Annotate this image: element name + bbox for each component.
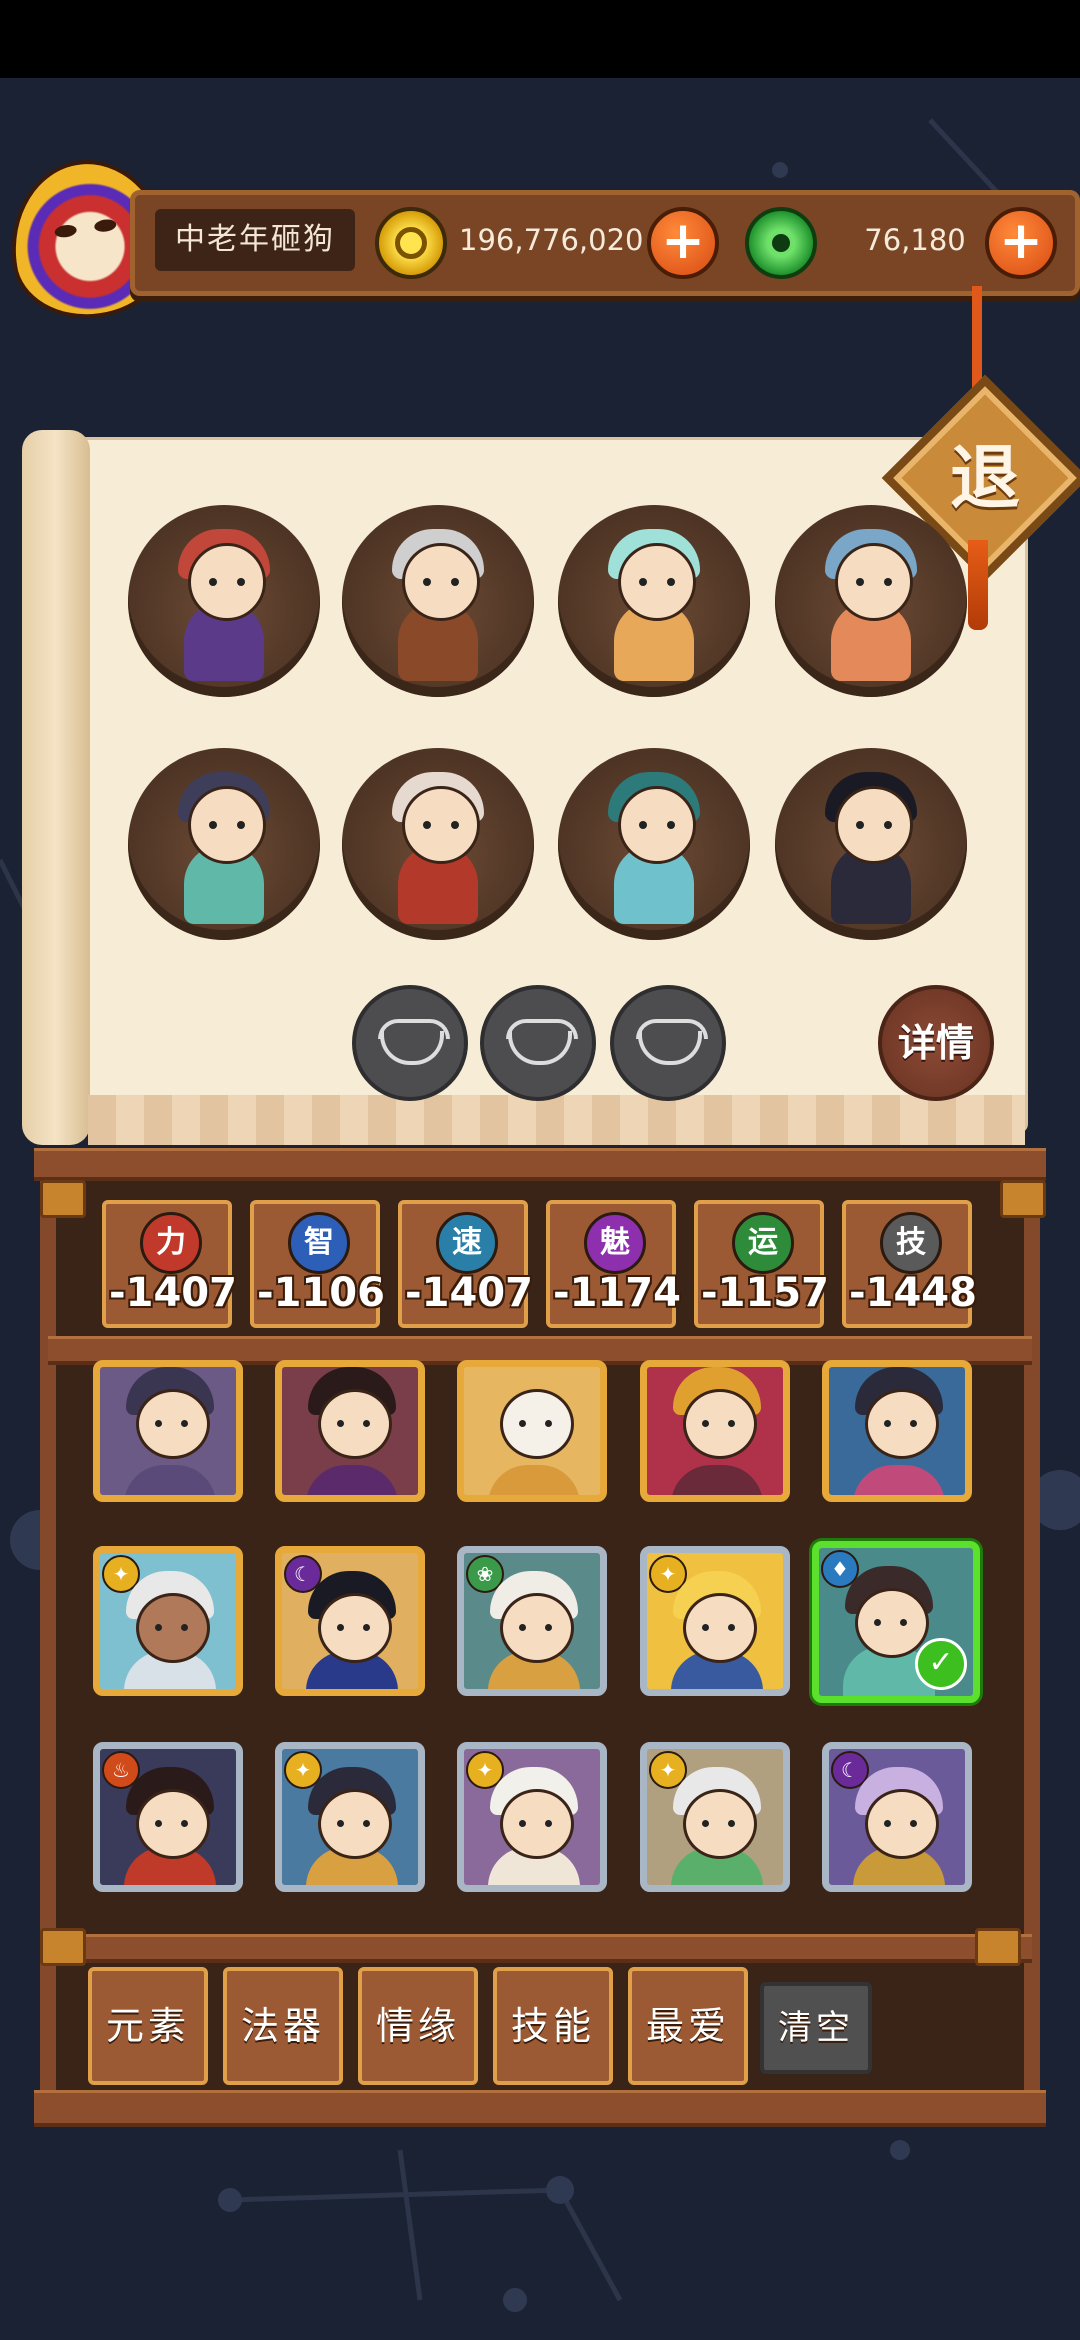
hero-card[interactable]: ✦: [640, 1546, 790, 1696]
hero-card[interactable]: ☾: [275, 1546, 425, 1696]
tab-artifact[interactable]: 法器: [223, 1967, 343, 2085]
character-face: [188, 543, 266, 621]
character-face: [402, 543, 480, 621]
rice-bowl-icon[interactable]: [610, 985, 726, 1101]
rice-bowl-icon[interactable]: [352, 985, 468, 1101]
stat-badge: 速: [436, 1212, 498, 1274]
clear-button[interactable]: 清空: [760, 1982, 872, 2074]
stat-charm: 魅 -1174: [546, 1200, 681, 1328]
character-face: [188, 786, 266, 864]
hero-card[interactable]: [640, 1360, 790, 1502]
hero-face: [865, 1789, 939, 1859]
check-icon: ✓: [915, 1638, 967, 1690]
hero-face: [683, 1789, 757, 1859]
hero-card[interactable]: [275, 1360, 425, 1502]
hero-face: [500, 1389, 574, 1459]
stat-badge: 智: [288, 1212, 350, 1274]
hero-card[interactable]: [93, 1360, 243, 1502]
hero-face: [136, 1389, 210, 1459]
hero-card[interactable]: [822, 1360, 972, 1502]
add-gold-button[interactable]: +: [647, 207, 719, 279]
stat-badge: 运: [732, 1212, 794, 1274]
status-bar: [0, 0, 1080, 78]
hero-card[interactable]: ✦: [275, 1742, 425, 1892]
cabinet-bracket: [40, 1928, 86, 1966]
character-face: [835, 543, 913, 621]
hero-card[interactable]: ✦: [640, 1742, 790, 1892]
gold-coin-icon: [375, 207, 447, 279]
cabinet-bracket: [1000, 1180, 1046, 1218]
stat-badge: 技: [880, 1212, 942, 1274]
cabinet-top-shelf: [34, 1148, 1046, 1181]
rice-bowl-icon[interactable]: [480, 985, 596, 1101]
hero-face: [318, 1593, 392, 1663]
team-slot-1[interactable]: [128, 505, 320, 697]
cabinet-bottom-shelf: [34, 2090, 1046, 2127]
hero-face: [136, 1789, 210, 1859]
hero-body: [488, 1465, 580, 1495]
scroll-roll: [22, 430, 90, 1145]
stat-value: -1407: [405, 1270, 533, 1316]
tab-element[interactable]: 元素: [88, 1967, 208, 2085]
scroll-wave-border: [88, 1095, 1025, 1145]
hero-body: [671, 1465, 763, 1495]
stat-badge: 魅: [584, 1212, 646, 1274]
tab-bond[interactable]: 情缘: [358, 1967, 478, 2085]
team-slot-7[interactable]: [558, 748, 750, 940]
jade-coin-icon: [745, 207, 817, 279]
character-face: [835, 786, 913, 864]
exit-tassel: [968, 540, 988, 630]
cabinet-bracket: [975, 1928, 1021, 1966]
stat-skill: 技 -1448: [842, 1200, 977, 1328]
team-slot-8[interactable]: [775, 748, 967, 940]
hero-card[interactable]: [457, 1360, 607, 1502]
team-slot-3[interactable]: [558, 505, 750, 697]
hero-face: [500, 1593, 574, 1663]
stat-speed: 速 -1407: [398, 1200, 533, 1328]
hero-face: [855, 1588, 929, 1658]
stat-value: -1448: [849, 1270, 977, 1316]
hero-face: [318, 1389, 392, 1459]
hero-face: [865, 1389, 939, 1459]
hero-face: [500, 1789, 574, 1859]
hero-body: [853, 1465, 945, 1495]
character-face: [402, 786, 480, 864]
team-slot-6[interactable]: [342, 748, 534, 940]
cabinet-bracket: [40, 1180, 86, 1218]
tab-skill[interactable]: 技能: [493, 1967, 613, 2085]
hero-card[interactable]: ♨: [93, 1742, 243, 1892]
hero-card[interactable]: ✦: [93, 1546, 243, 1696]
character-face: [618, 786, 696, 864]
hero-face: [683, 1593, 757, 1663]
hero-card[interactable]: ☾: [822, 1742, 972, 1892]
hero-body: [124, 1465, 216, 1495]
hero-card-selected[interactable]: ♦ ✓: [812, 1541, 980, 1703]
stat-value: -1106: [257, 1270, 385, 1316]
team-slot-4[interactable]: [775, 505, 967, 697]
stat-intellect: 智 -1106: [250, 1200, 385, 1328]
hero-face: [683, 1389, 757, 1459]
stat-luck: 运 -1157: [694, 1200, 829, 1328]
tab-shelf: [48, 1934, 1032, 1963]
currency-bar: 中老年砸狗 196,776,020 + 76,180 +: [130, 190, 1080, 296]
details-button[interactable]: 详情: [878, 985, 994, 1101]
character-face: [618, 543, 696, 621]
jade-amount: 76,180: [864, 223, 966, 257]
player-name[interactable]: 中老年砸狗: [155, 209, 355, 271]
stat-value: -1174: [553, 1270, 681, 1316]
hero-body: [306, 1465, 398, 1495]
tab-favorite[interactable]: 最爱: [628, 1967, 748, 2085]
stat-strength: 力 -1407: [102, 1200, 237, 1328]
hero-card[interactable]: ❀: [457, 1546, 607, 1696]
stat-badge: 力: [140, 1212, 202, 1274]
hero-face: [136, 1593, 210, 1663]
stat-value: -1157: [701, 1270, 829, 1316]
add-jade-button[interactable]: +: [985, 207, 1057, 279]
team-slot-2[interactable]: [342, 505, 534, 697]
hero-card[interactable]: ✦: [457, 1742, 607, 1892]
stat-value: -1407: [109, 1270, 237, 1316]
team-slot-5[interactable]: [128, 748, 320, 940]
hero-face: [318, 1789, 392, 1859]
